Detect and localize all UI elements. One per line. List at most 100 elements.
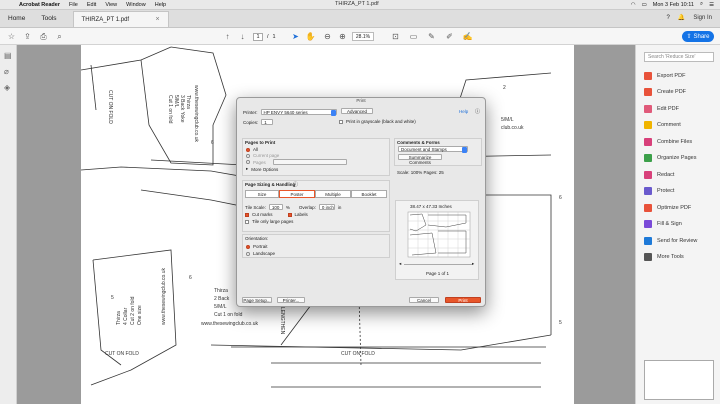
prev-page-icon[interactable]: ◂: [399, 261, 401, 267]
upload-icon[interactable]: ⇪: [22, 31, 33, 42]
pattern-url-top: www.thesewingclub.co.uk: [193, 85, 199, 142]
page-number-input[interactable]: 1: [253, 32, 263, 41]
sign-icon[interactable]: ✍: [462, 31, 473, 42]
marquee-icon[interactable]: ▭: [408, 31, 419, 42]
star-icon[interactable]: ☆: [6, 31, 17, 42]
summarize-button[interactable]: Summarize Comments: [398, 154, 442, 165]
tool-item[interactable]: Optimize PDF: [644, 202, 691, 213]
zoom-in-icon[interactable]: ⊕: [337, 31, 348, 42]
fit-page-icon[interactable]: ⊡: [390, 31, 401, 42]
copies-row: Copies: 1: [243, 119, 274, 125]
labels-checkbox[interactable]: [287, 212, 292, 217]
tool-icon: [644, 170, 652, 179]
help-icon[interactable]: ?: [666, 15, 669, 21]
menu-list-icon[interactable]: ☰: [709, 2, 714, 8]
menu-view[interactable]: View: [105, 2, 117, 8]
comments-select[interactable]: Document and Stamps: [398, 146, 468, 153]
cut-marks-row: Cut marks Labels: [245, 212, 308, 217]
radio-all[interactable]: [246, 147, 250, 152]
tool-item[interactable]: Send for Review: [644, 235, 697, 246]
advanced-button[interactable]: Advanced: [341, 108, 373, 114]
radio-current-page[interactable]: [246, 153, 250, 158]
page-up-icon[interactable]: ↑: [222, 31, 233, 42]
tool-item[interactable]: Fill & Sign: [644, 219, 682, 230]
battery-icon[interactable]: ▭: [642, 2, 647, 8]
more-options-label[interactable]: More Options: [251, 167, 278, 172]
page-down-icon[interactable]: ↓: [237, 31, 248, 42]
pattern-line: 3 Back Yoke: [179, 95, 185, 123]
menu-help[interactable]: Help: [155, 2, 166, 8]
print-icon[interactable]: ⎙: [38, 31, 49, 42]
chevron-down-icon: [330, 109, 336, 116]
menu-edit[interactable]: Edit: [87, 2, 96, 8]
disclosure-icon[interactable]: ▸: [246, 166, 248, 172]
menu-file[interactable]: File: [69, 2, 78, 8]
tool-item[interactable]: Comment: [644, 120, 681, 131]
page-thumbnail[interactable]: [644, 360, 714, 400]
print-button[interactable]: Print: [445, 297, 481, 303]
select-arrow-icon[interactable]: ➤: [290, 31, 301, 42]
piece-number: 2: [503, 85, 506, 91]
tile-scale-row: Tile Scale: 100 % Overlap: 0 inch in: [245, 204, 341, 210]
tool-item[interactable]: Combine Files: [644, 136, 692, 147]
tab-home[interactable]: Home: [0, 9, 33, 27]
app-menu[interactable]: Acrobat Reader: [19, 2, 60, 8]
tool-search-input[interactable]: Search 'Reduce Size': [644, 52, 714, 62]
tab-size[interactable]: Size: [245, 190, 279, 198]
orientation-group: Orientation: Portrait Landscape: [242, 234, 390, 258]
pattern-line: Thirza: [185, 95, 191, 109]
tab-multiple[interactable]: Multiple: [315, 190, 351, 198]
status-icons: ◠ ▭ Mon 3 Feb 10:11 ⌕ ☰: [631, 1, 714, 8]
tool-item[interactable]: Export PDF: [644, 70, 685, 81]
menu-window[interactable]: Window: [126, 2, 146, 8]
tool-item[interactable]: More Tools: [644, 252, 684, 263]
next-page-icon[interactable]: ▸: [472, 261, 474, 267]
tool-item[interactable]: Organize Pages: [644, 153, 696, 164]
grayscale-checkbox[interactable]: [339, 119, 343, 124]
cut-marks-checkbox[interactable]: [245, 212, 249, 217]
chevron-down-icon: [462, 146, 467, 153]
tool-item[interactable]: Redact: [644, 169, 674, 180]
printer-label: Printer:: [243, 109, 258, 115]
radio-pages[interactable]: [246, 160, 250, 164]
overlap-field[interactable]: 0 inch: [318, 204, 335, 210]
pages-icon[interactable]: ▤: [4, 51, 13, 60]
clock[interactable]: Mon 3 Feb 10:11: [653, 2, 694, 8]
copies-field[interactable]: 1: [261, 119, 274, 125]
info-icon[interactable]: ⓘ: [293, 181, 298, 188]
tool-item[interactable]: Edit PDF: [644, 103, 679, 114]
comment-icon[interactable]: ✎: [426, 31, 437, 42]
tab-poster[interactable]: Poster: [279, 190, 315, 198]
tab-booklet[interactable]: Booklet: [351, 190, 387, 198]
attachment-icon[interactable]: ⌀: [4, 67, 13, 76]
hand-icon[interactable]: ✋: [305, 31, 316, 42]
cancel-button[interactable]: Cancel: [409, 297, 439, 303]
tile-large-checkbox[interactable]: [245, 219, 249, 224]
radio-portrait[interactable]: [246, 244, 250, 249]
tile-scale-field[interactable]: 100: [268, 204, 283, 210]
zoom-field[interactable]: 28.1%: [352, 32, 374, 41]
fold-label: CUT ON FOLD: [105, 351, 139, 357]
printer-button[interactable]: Printer...: [277, 297, 305, 303]
printer-select[interactable]: HP ENVY 5640 series: [260, 109, 337, 116]
radio-landscape[interactable]: [246, 251, 250, 256]
notification-icon[interactable]: 🔔: [678, 14, 685, 21]
page-setup-button[interactable]: Page Setup...: [242, 297, 272, 303]
help-link[interactable]: Help: [459, 109, 468, 114]
tab-tools[interactable]: Tools: [33, 9, 64, 27]
search-icon[interactable]: ⌕: [700, 1, 703, 8]
search-icon[interactable]: ⌕: [54, 31, 65, 42]
highlight-icon[interactable]: ✐: [444, 31, 455, 42]
share-button[interactable]: ⇧ Share: [682, 31, 714, 42]
layers-icon[interactable]: ◈: [4, 83, 13, 92]
info-icon[interactable]: ⓘ: [475, 108, 480, 115]
tab-document[interactable]: THIRZA_PT 1.pdf ×: [72, 11, 169, 27]
close-icon[interactable]: ×: [155, 16, 159, 23]
tool-item[interactable]: Protect: [644, 186, 674, 197]
wifi-icon[interactable]: ◠: [631, 2, 636, 8]
sign-in-link[interactable]: Sign In: [693, 15, 712, 21]
tool-item[interactable]: Create PDF: [644, 87, 686, 98]
zoom-out-icon[interactable]: ⊖: [322, 31, 333, 42]
pattern-line: club.co.uk: [501, 125, 524, 131]
pages-range-input[interactable]: [272, 159, 347, 165]
